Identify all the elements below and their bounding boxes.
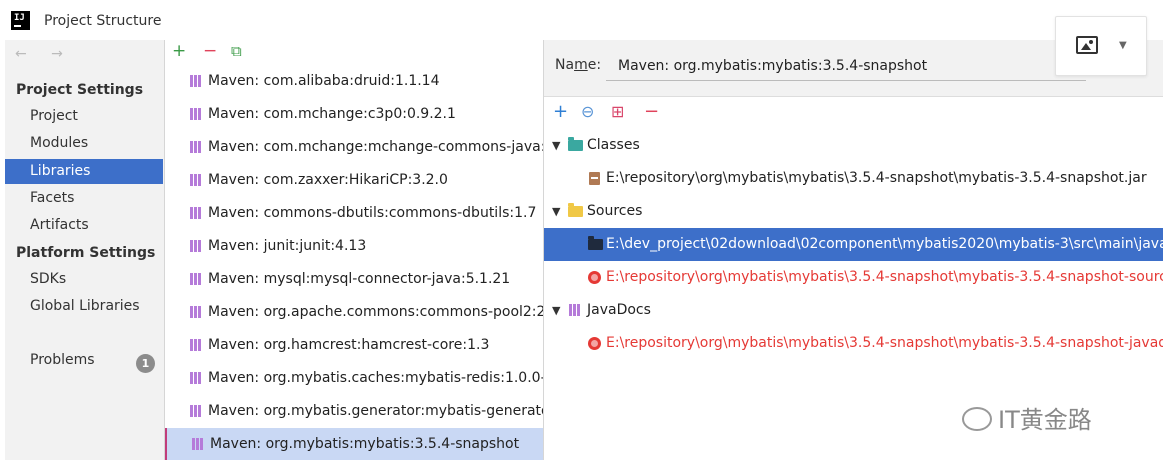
image-dropdown-button[interactable]: ▼: [1055, 16, 1147, 76]
library-detail-panel: Name: Maven: org.mybatis:mybatis:3.5.4-s…: [544, 16, 1163, 460]
tree-node-classes[interactable]: ▼ Classes: [544, 129, 1163, 162]
classes-folder-icon: [568, 137, 583, 151]
sidebar-item-modules[interactable]: Modules: [5, 131, 163, 156]
library-item-label: Maven: com.mchange:c3p0:0.9.2.1: [208, 106, 456, 122]
tree-item-sources-dir[interactable]: E:\dev_project\02download\02component\my…: [544, 228, 1163, 261]
sources-jar-path: E:\repository\org\mybatis\mybatis\3.5.4-…: [606, 269, 1163, 285]
library-name-field[interactable]: Maven: org.mybatis:mybatis:3.5.4-snapsho…: [606, 52, 1086, 81]
library-item[interactable]: Maven: org.apache.commons:commons-pool2:…: [165, 296, 543, 329]
library-item-label: Maven: org.hamcrest:hamcrest-core:1.3: [208, 337, 490, 353]
library-item[interactable]: Maven: com.alibaba:druid:1.1.14: [165, 65, 543, 98]
library-item-label: Maven: org.mybatis.generator:mybatis-gen…: [208, 403, 543, 419]
library-item[interactable]: Maven: org.mybatis:mybatis:3.5.4-snapsho…: [165, 428, 543, 460]
sidebar-item-project[interactable]: Project: [5, 104, 163, 129]
library-item[interactable]: Maven: mysql:mysql-connector-java:5.1.21: [165, 263, 543, 296]
platform-settings-header: Platform Settings: [16, 245, 156, 261]
library-item-label: Maven: org.mybatis:mybatis:3.5.4-snapsho…: [210, 436, 520, 452]
problems-count-badge: 1: [136, 354, 155, 373]
library-icon: [189, 140, 203, 154]
library-item[interactable]: Maven: org.mybatis.generator:mybatis-gen…: [165, 395, 543, 428]
back-forward-arrows[interactable]: ← →: [15, 46, 73, 62]
library-item[interactable]: Maven: junit:junit:4.13: [165, 230, 543, 263]
remove-root-button[interactable]: −: [644, 103, 659, 121]
javadocs-jar-path: E:\repository\org\mybatis\mybatis\3.5.4-…: [606, 335, 1163, 351]
watermark-text: IT黄金路: [998, 406, 1092, 434]
watermark: IT黄金路: [962, 400, 1092, 435]
library-item-label: Maven: mysql:mysql-connector-java:5.1.21: [208, 271, 511, 287]
sidebar-item-problems[interactable]: Problems 1: [5, 348, 163, 373]
classes-label: Classes: [587, 137, 640, 153]
remove-library-button[interactable]: −: [203, 42, 217, 60]
library-icon: [189, 338, 203, 352]
chevron-down-icon[interactable]: ▼: [552, 195, 560, 228]
sources-label: Sources: [587, 203, 643, 219]
problems-label: Problems: [30, 352, 95, 368]
project-settings-header: Project Settings: [16, 82, 144, 98]
library-icon: [189, 305, 203, 319]
roots-toolbar: + ⊖ ⊞ −: [544, 97, 1163, 129]
settings-sidebar: ← → Project Settings Project Modules Lib…: [5, 40, 165, 460]
add-library-button[interactable]: +: [172, 42, 186, 60]
tree-item-sources-jar[interactable]: E:\repository\org\mybatis\mybatis\3.5.4-…: [544, 261, 1163, 294]
jar-icon: [589, 172, 600, 185]
javadocs-icon: [568, 303, 582, 317]
library-icon: [189, 404, 203, 418]
missing-file-globe-icon: [588, 271, 601, 284]
attach-url-button[interactable]: ⊖: [581, 103, 594, 121]
window-title: Project Structure: [44, 13, 162, 29]
library-icon: [189, 371, 203, 385]
title-bar: IJ Project Structure: [0, 0, 1163, 40]
library-item[interactable]: Maven: org.hamcrest:hamcrest-core:1.3: [165, 329, 543, 362]
library-icon: [189, 107, 203, 121]
library-item-label: Maven: org.apache.commons:commons-pool2:…: [208, 304, 543, 320]
sidebar-item-artifacts[interactable]: Artifacts: [5, 213, 163, 238]
library-item-label: Maven: junit:junit:4.13: [208, 238, 367, 254]
library-icon: [189, 272, 203, 286]
library-item[interactable]: Maven: com.mchange:mchange-commons-java:…: [165, 131, 543, 164]
javadocs-label: JavaDocs: [587, 302, 651, 318]
library-item-label: Maven: commons-dbutils:commons-dbutils:1…: [208, 205, 537, 221]
sidebar-item-global-libraries[interactable]: Global Libraries: [5, 294, 163, 319]
tree-node-javadocs[interactable]: ▼ JavaDocs: [544, 294, 1163, 327]
library-item[interactable]: Maven: com.zaxxer:HikariCP:3.2.0: [165, 164, 543, 197]
tree-item-classes-jar[interactable]: E:\repository\org\mybatis\mybatis\3.5.4-…: [544, 162, 1163, 195]
image-icon: [1076, 36, 1098, 54]
library-item-label: Maven: com.alibaba:druid:1.1.14: [208, 73, 440, 89]
copy-library-button[interactable]: ⧉: [231, 42, 242, 60]
sidebar-item-sdks[interactable]: SDKs: [5, 267, 163, 292]
library-item[interactable]: Maven: org.mybatis.caches:mybatis-redis:…: [165, 362, 543, 395]
folder-icon: [588, 236, 603, 250]
library-item-label: Maven: com.mchange:mchange-commons-java:…: [208, 139, 543, 155]
library-icon: [189, 206, 203, 220]
sources-dir-path: E:\dev_project\02download\02component\my…: [606, 236, 1163, 252]
missing-file-globe-icon: [588, 337, 601, 350]
library-item[interactable]: Maven: commons-dbutils:commons-dbutils:1…: [165, 197, 543, 230]
tree-item-javadocs-jar[interactable]: E:\repository\org\mybatis\mybatis\3.5.4-…: [544, 327, 1163, 360]
library-icon: [189, 239, 203, 253]
library-item[interactable]: Maven: com.mchange:c3p0:0.9.2.1: [165, 98, 543, 131]
chevron-down-icon: ▼: [1119, 40, 1127, 51]
chevron-down-icon[interactable]: ▼: [552, 129, 560, 162]
name-label: Name:: [555, 57, 602, 73]
library-icon: [191, 437, 205, 451]
library-icon: [189, 74, 203, 88]
tree-node-sources[interactable]: ▼ Sources: [544, 195, 1163, 228]
name-row: Name: Maven: org.mybatis:mybatis:3.5.4-s…: [544, 16, 1163, 97]
classes-jar-path: E:\repository\org\mybatis\mybatis\3.5.4-…: [606, 170, 1147, 186]
library-item-label: Maven: org.mybatis.caches:mybatis-redis:…: [208, 370, 543, 386]
sources-folder-icon: [568, 203, 583, 217]
intellij-logo-icon: IJ: [11, 11, 30, 30]
library-item-label: Maven: com.zaxxer:HikariCP:3.2.0: [208, 172, 448, 188]
chevron-down-icon[interactable]: ▼: [552, 294, 560, 327]
add-root-button[interactable]: +: [553, 103, 568, 121]
wechat-icon: [962, 407, 992, 431]
add-folder-button[interactable]: ⊞: [611, 103, 624, 121]
library-icon: [189, 173, 203, 187]
library-list-panel: + − ⧉ Maven: com.alibaba:druid:1.1.14 Mav…: [165, 40, 544, 460]
sidebar-item-libraries[interactable]: Libraries: [5, 159, 163, 184]
sidebar-item-facets[interactable]: Facets: [5, 186, 163, 211]
